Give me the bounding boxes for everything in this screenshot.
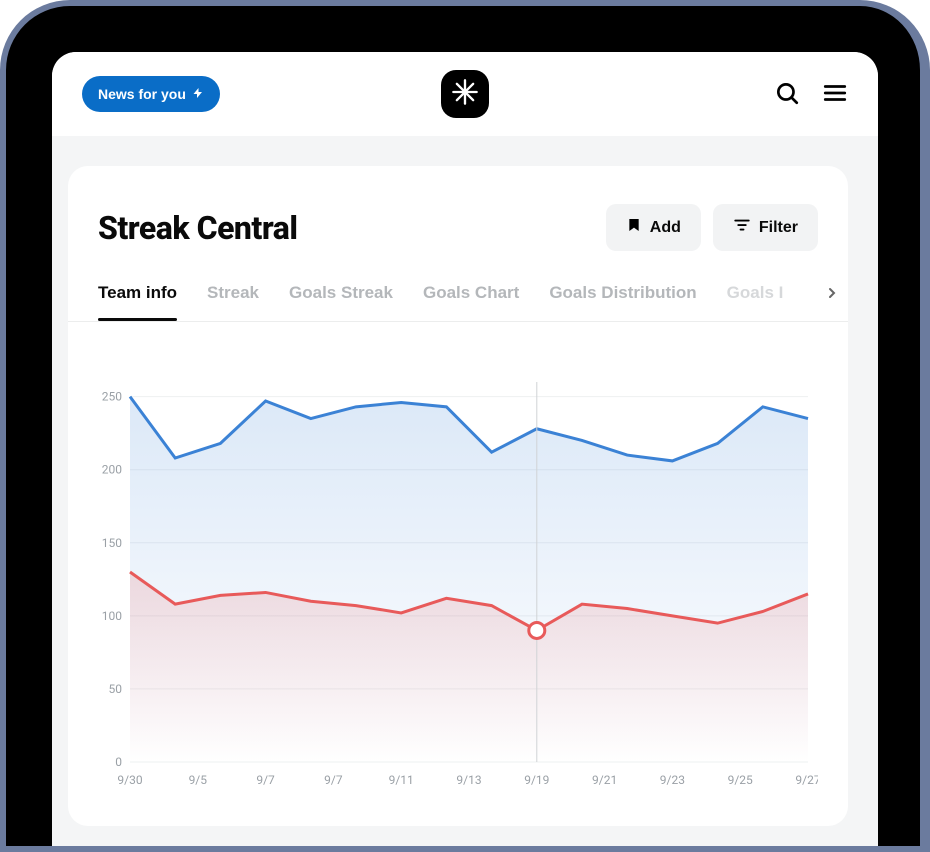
hamburger-icon	[822, 80, 848, 109]
chevron-right-icon[interactable]	[824, 285, 840, 305]
tab-team-info[interactable]: Team info	[98, 283, 177, 321]
tablet-frame: News for you	[0, 0, 930, 852]
header-actions	[774, 80, 848, 109]
news-for-you-button[interactable]: News for you	[82, 76, 220, 112]
bookmark-icon	[626, 217, 642, 238]
tablet-camera	[922, 626, 930, 646]
x-tick-label: 9/30	[117, 773, 142, 787]
tab-streak[interactable]: Streak	[207, 283, 259, 321]
asterisk-icon	[451, 78, 479, 110]
news-label: News for you	[98, 86, 186, 102]
x-tick-label: 9/11	[389, 773, 414, 787]
tab-bar: Team info Streak Goals Streak Goals Char…	[68, 283, 848, 322]
x-tick-label: 9/5	[189, 773, 208, 787]
search-icon	[774, 80, 800, 109]
line-chart[interactable]: 0 50 100 150 200 250 9/30 9/5 9/7 9/7 9/11 9/13 9/19…	[88, 372, 818, 792]
x-tick-label: 9/21	[592, 773, 617, 787]
chart-cursor-point	[529, 622, 545, 638]
tab-goals-partial[interactable]: Goals I	[727, 283, 784, 321]
card-actions: Add Filter	[606, 204, 818, 251]
tablet-screen: News for you	[52, 52, 878, 846]
tab-goals-chart[interactable]: Goals Chart	[423, 283, 519, 321]
y-tick-label: 0	[115, 755, 122, 769]
main-card: Streak Central Add	[68, 166, 848, 826]
menu-button[interactable]	[822, 80, 848, 109]
filter-icon	[733, 216, 751, 239]
y-tick-label: 250	[102, 390, 122, 404]
card-header: Streak Central Add	[68, 204, 848, 251]
x-tick-label: 9/19	[524, 773, 549, 787]
tab-goals-distribution[interactable]: Goals Distribution	[549, 283, 696, 321]
y-tick-label: 50	[109, 682, 123, 696]
add-label: Add	[650, 219, 681, 237]
tablet-bezel: News for you	[12, 12, 918, 846]
page-title: Streak Central	[98, 209, 297, 247]
x-tick-label: 9/7	[256, 773, 275, 787]
search-button[interactable]	[774, 80, 800, 109]
bolt-icon	[192, 86, 204, 102]
x-tick-label: 9/13	[456, 773, 481, 787]
y-tick-label: 150	[102, 536, 122, 550]
add-button[interactable]: Add	[606, 204, 701, 251]
filter-button[interactable]: Filter	[713, 204, 818, 251]
app-header: News for you	[52, 52, 878, 136]
y-tick-label: 200	[102, 463, 122, 477]
app-logo[interactable]	[441, 70, 489, 118]
filter-label: Filter	[759, 219, 798, 237]
x-tick-label: 9/7	[324, 773, 343, 787]
y-tick-label: 100	[102, 609, 122, 623]
x-tick-label: 9/25	[728, 773, 753, 787]
x-tick-label: 9/23	[660, 773, 685, 787]
chart-area: 0 50 100 150 200 250 9/30 9/5 9/7 9/7 9/11 9/13 9/19…	[68, 322, 848, 826]
x-tick-label: 9/27	[795, 773, 818, 787]
tab-goals-streak[interactable]: Goals Streak	[289, 283, 393, 321]
